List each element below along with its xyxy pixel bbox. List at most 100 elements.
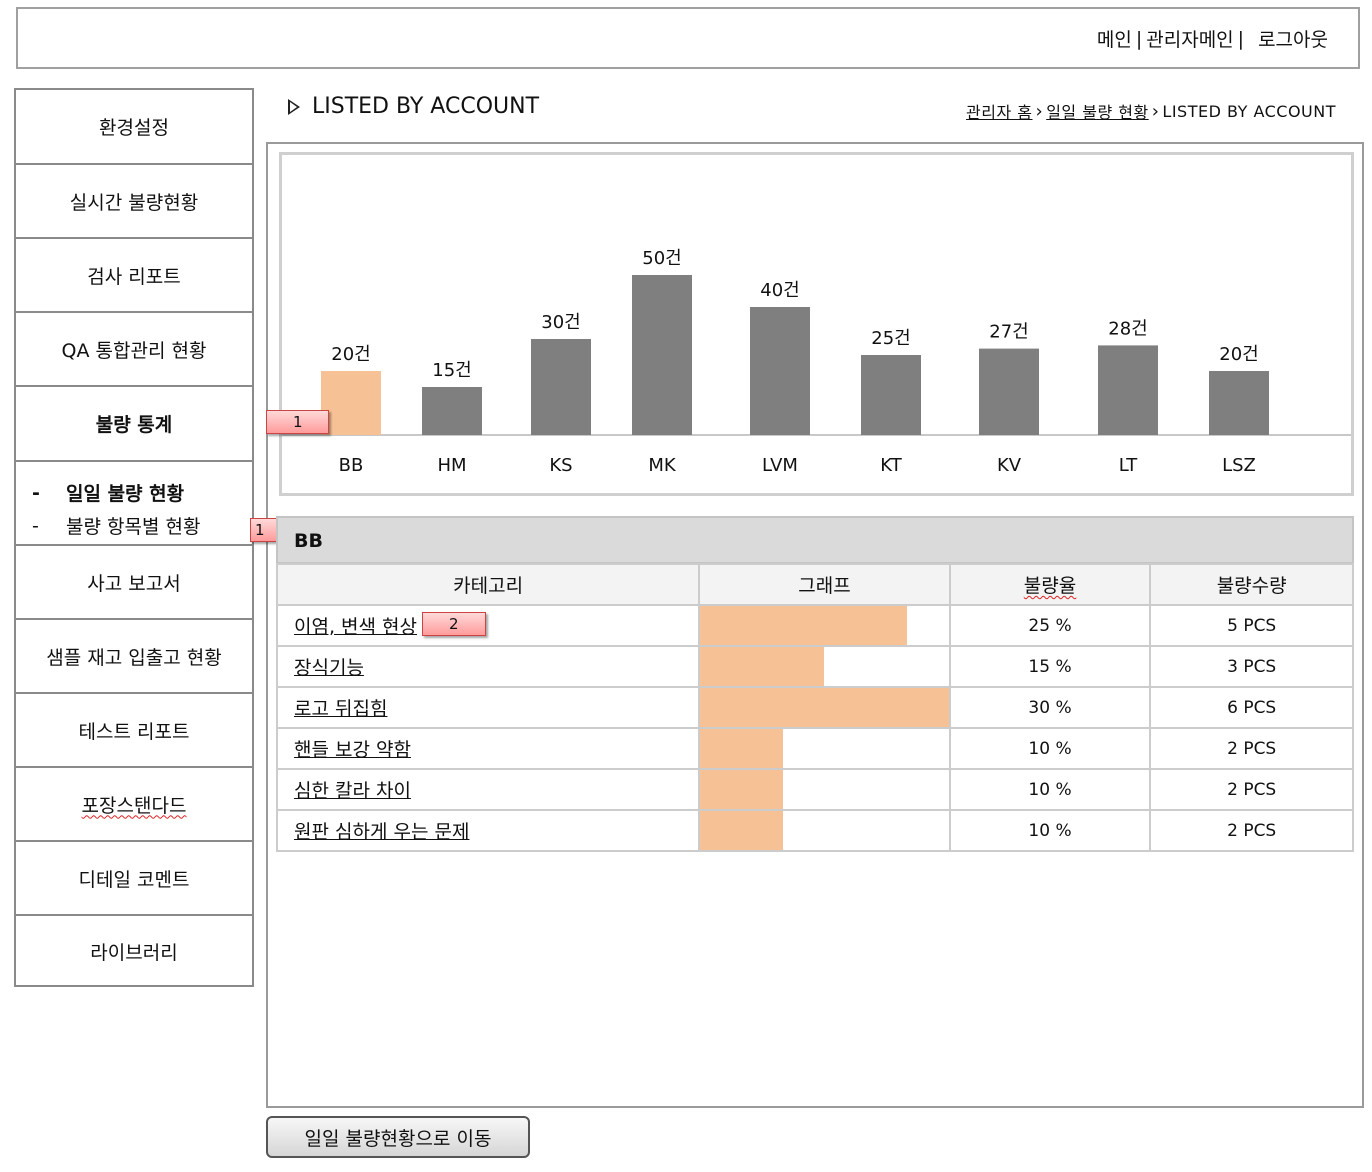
go-to-daily-defects-button[interactable]: 일일 불량현황으로 이동	[266, 1116, 530, 1158]
chart-category-label[interactable]: MK	[648, 455, 677, 476]
category-link[interactable]: 핸들 보강 약함	[294, 739, 411, 761]
nav-main-link[interactable]: 메인	[1097, 25, 1132, 52]
chart-category-label[interactable]: HM	[437, 455, 466, 476]
top-nav: 메인 | 관리자메인 | 로그아웃	[1097, 25, 1328, 52]
chart-category-label[interactable]: KS	[549, 455, 572, 476]
sidebar-subitem-defects-by-item[interactable]: - 불량 항목별 현황	[32, 509, 252, 542]
chart-category-label[interactable]: BB	[339, 455, 364, 476]
chart-bar-hm[interactable]	[422, 387, 482, 435]
breadcrumb-current: LISTED BY ACCOUNT	[1162, 101, 1336, 121]
sidebar-item-sample-inventory[interactable]: 샘플 재고 입출고 현황	[16, 620, 252, 694]
chart-category-label[interactable]: KT	[880, 455, 902, 476]
graph-cell	[698, 604, 951, 647]
defect-rate-bar	[700, 729, 784, 768]
defect-rate-cell: 10 %	[948, 727, 1152, 770]
category-cell: 장식기능	[275, 645, 701, 688]
defect-rate-bar	[700, 606, 908, 645]
sidebar-item-incident-report[interactable]: 사고 보고서	[16, 546, 252, 620]
detail-account-name: BB	[294, 530, 323, 552]
chart-data-label: 27건	[989, 322, 1028, 343]
logout-link[interactable]: 로그아웃	[1258, 25, 1328, 52]
sidebar-item-inspection-report[interactable]: 검사 리포트	[16, 239, 252, 313]
column-header-defect-qty: 불량수량	[1149, 563, 1354, 606]
defect-rate-bar	[700, 770, 784, 809]
chart-category-label[interactable]: KV	[997, 455, 1022, 476]
chart-bar-ks[interactable]	[531, 339, 591, 435]
defect-qty-cell: 3 PCS	[1149, 645, 1354, 688]
category-cell: 로고 뒤집힘	[275, 686, 701, 729]
chevron-right-icon: ›	[1151, 100, 1160, 122]
submenu-dash: -	[32, 481, 40, 504]
marker-badge-chart: 1	[266, 410, 329, 434]
chart-bar-bb[interactable]	[321, 371, 381, 435]
chart-bar-lsz[interactable]	[1209, 371, 1269, 435]
category-link[interactable]: 원판 심하게 우는 문제	[294, 821, 469, 843]
table-row: 원판 심하게 우는 문제 10 % 2 PCS	[275, 809, 1354, 852]
column-header-defect-rate: 불량율	[948, 563, 1152, 606]
category-cell: 이염, 변색 현상	[275, 604, 701, 647]
graph-cell	[698, 645, 951, 688]
breadcrumb: 관리자 홈 › 일일 불량 현황 › LISTED BY ACCOUNT	[966, 99, 1336, 123]
nav-separator: |	[1135, 27, 1143, 50]
nav-admin-main-link[interactable]: 관리자메인	[1146, 25, 1233, 52]
submenu-label: 일일 불량 현황	[66, 483, 185, 505]
chart-data-label: 20건	[331, 344, 370, 365]
sidebar-item-detail-comment[interactable]: 디테일 코멘트	[16, 842, 252, 916]
chart-svg: 20건 BB 15건 HM 30건 KS 50건 MK 40건 LVM 25건 KT 27건 KV 28건 L…	[282, 248, 1351, 476]
chart-bar-mk[interactable]	[632, 275, 692, 435]
breadcrumb-admin-home[interactable]: 관리자 홈	[966, 99, 1032, 123]
sidebar-item-settings[interactable]: 환경설정	[16, 90, 252, 165]
chart-category-label[interactable]: LVM	[762, 455, 798, 476]
sidebar-item-test-report[interactable]: 테스트 리포트	[16, 694, 252, 768]
submenu-label: 불량 항목별 현황	[66, 516, 201, 538]
defect-rate-cell: 15 %	[948, 645, 1152, 688]
category-link[interactable]: 로고 뒤집힘	[294, 698, 387, 720]
table-row: 장식기능 15 % 3 PCS	[275, 645, 1354, 688]
chevron-right-icon: ›	[1035, 100, 1044, 122]
chart-bar-kt[interactable]	[861, 355, 921, 435]
sidebar-item-library[interactable]: 라이브러리	[16, 916, 252, 987]
top-header: 메인 | 관리자메인 | 로그아웃	[16, 7, 1360, 69]
sidebar-item-packing-standard[interactable]: 포장스탠다드	[16, 768, 252, 842]
chart-bar-kv[interactable]	[979, 348, 1039, 435]
detail-section-header: BB	[276, 516, 1354, 564]
table-row: 심한 칼라 차이 10 % 2 PCS	[275, 768, 1354, 811]
defect-rate-bar	[700, 647, 825, 686]
category-cell: 원판 심하게 우는 문제	[275, 809, 701, 852]
sidebar-item-defect-stats[interactable]: 불량 통계	[16, 387, 252, 462]
chart-bar-lvm[interactable]	[750, 307, 810, 435]
chart-data-label: 28건	[1108, 318, 1147, 339]
chart-category-label[interactable]: LSZ	[1222, 455, 1256, 476]
marker-badge-row: 2	[422, 612, 486, 636]
account-bar-chart: 20건 BB 15건 HM 30건 KS 50건 MK 40건 LVM 25건 KT 27건 KV 28건 L…	[279, 152, 1354, 496]
sidebar-submenu: - 일일 불량 현황 - 불량 항목별 현황	[16, 462, 252, 546]
page-title-text: LISTED BY ACCOUNT	[312, 94, 540, 119]
breadcrumb-daily-defects[interactable]: 일일 불량 현황	[1046, 99, 1149, 123]
graph-cell	[698, 727, 951, 770]
table-row: 핸들 보강 약함 10 % 2 PCS	[275, 727, 1354, 770]
graph-cell	[698, 686, 951, 729]
category-link[interactable]: 이염, 변색 현상	[294, 616, 417, 638]
column-header-label: 불량율	[1023, 575, 1077, 597]
defect-qty-cell: 2 PCS	[1149, 809, 1354, 852]
chart-data-label: 40건	[760, 280, 799, 301]
sidebar-item-qa-status[interactable]: QA 통합관리 현황	[16, 313, 252, 387]
category-link[interactable]: 장식기능	[294, 657, 364, 679]
category-link[interactable]: 심한 칼라 차이	[294, 780, 411, 802]
sidebar-subitem-daily-defects[interactable]: - 일일 불량 현황	[32, 476, 252, 509]
defect-qty-cell: 5 PCS	[1149, 604, 1354, 647]
sidebar-item-realtime-defects[interactable]: 실시간 불량현황	[16, 165, 252, 239]
chart-data-label: 15건	[432, 360, 471, 381]
column-header-category: 카테고리	[275, 563, 701, 606]
sidebar-menu: 환경설정 실시간 불량현황 검사 리포트 QA 통합관리 현황 불량 통계 - …	[14, 88, 254, 987]
defect-qty-cell: 2 PCS	[1149, 768, 1354, 811]
category-cell: 심한 칼라 차이	[275, 768, 701, 811]
chart-bar-lt[interactable]	[1098, 345, 1158, 435]
defect-rate-bar	[700, 688, 949, 727]
column-header-graph: 그래프	[698, 563, 951, 606]
chart-category-label[interactable]: LT	[1119, 455, 1139, 476]
defect-rate-cell: 10 %	[948, 768, 1152, 811]
defect-detail-table: 카테고리 그래프 불량율 불량수량 이염, 변색 현상 25 % 5 PCS 장식기능…	[275, 563, 1354, 852]
nav-separator: |	[1237, 27, 1245, 50]
table-header-row: 카테고리 그래프 불량율 불량수량	[275, 563, 1354, 606]
